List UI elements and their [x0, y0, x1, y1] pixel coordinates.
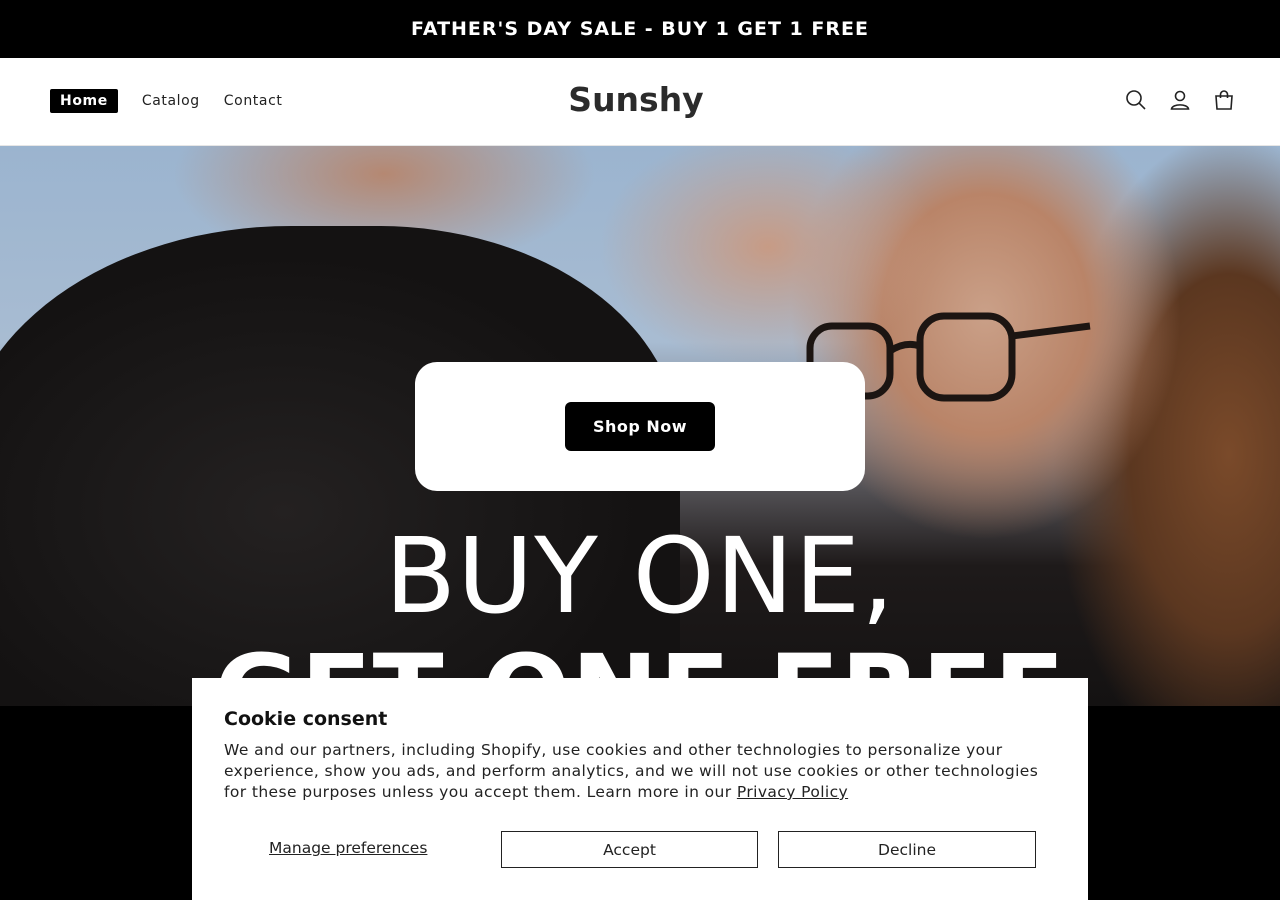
decline-button[interactable]: Decline — [778, 831, 1036, 868]
site-header: Home Catalog Contact Sunshy — [0, 58, 1280, 146]
search-icon[interactable] — [1124, 88, 1148, 112]
header-icons — [1124, 88, 1236, 112]
main-nav: Home Catalog Contact — [50, 89, 282, 113]
cookie-title: Cookie consent — [224, 708, 388, 730]
cookie-body: We and our partners, including Shopify, … — [224, 741, 1039, 801]
cookie-consent-banner: Cookie consent We and our partners, incl… — [192, 678, 1088, 900]
announcement-bar: FATHER'S DAY SALE - BUY 1 GET 1 FREE — [0, 0, 1280, 58]
shop-now-button[interactable]: Shop Now — [565, 402, 715, 451]
hero-card: Shop Now — [415, 362, 865, 491]
cart-icon[interactable] — [1212, 88, 1236, 112]
nav-item-home[interactable]: Home — [50, 89, 118, 113]
nav-item-contact[interactable]: Contact — [224, 89, 283, 113]
privacy-policy-link[interactable]: Privacy Policy — [737, 783, 848, 801]
cookie-text: We and our partners, including Shopify, … — [224, 740, 1056, 803]
hero-banner: Shop Now BUY ONE, GET ONE FREE — [0, 146, 1280, 706]
manage-preferences-button[interactable]: Manage preferences — [269, 839, 427, 857]
announcement-text: FATHER'S DAY SALE - BUY 1 GET 1 FREE — [411, 18, 869, 40]
account-icon[interactable] — [1168, 88, 1192, 112]
nav-item-catalog[interactable]: Catalog — [142, 89, 200, 113]
cookie-actions: Manage preferences Accept Decline — [224, 831, 1036, 868]
hero-headline-line1: BUY ONE, — [384, 515, 896, 637]
accept-button[interactable]: Accept — [501, 831, 758, 868]
